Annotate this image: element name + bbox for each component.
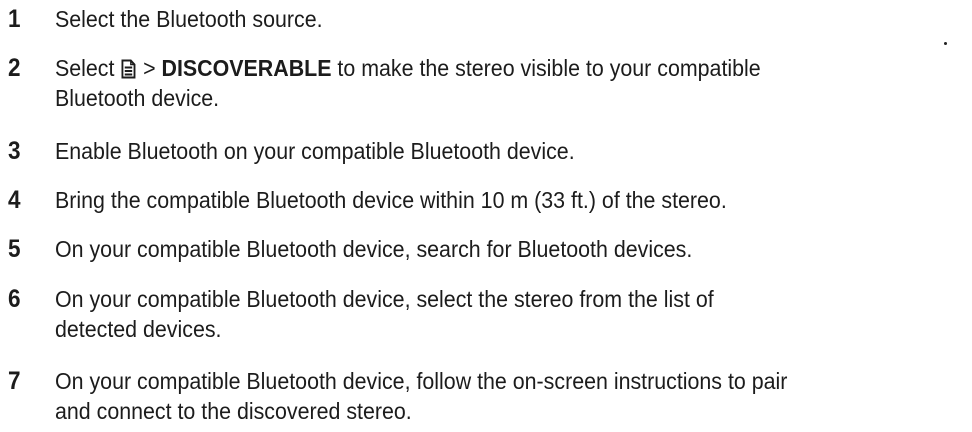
step-text: On your compatible Bluetooth device, fol… [55,366,892,426]
instruction-steps: 1 Select the Bluetooth source. 2 Select … [0,0,972,432]
step-number: 2 [8,54,21,82]
separator: > [143,55,156,81]
step-number: 3 [8,137,21,165]
step-text-line: On your compatible Bluetooth device, fol… [55,368,788,394]
step-number: 1 [8,5,21,33]
menu-list-icon [121,59,136,79]
step-text-rest: to make the stereo visible to your compa… [337,55,761,81]
menu-option-discoverable: DISCOVERABLE [161,55,332,81]
step-text-line: and connect to the discovered stereo. [55,398,412,424]
step-text: On your compatible Bluetooth device, sel… [55,284,892,344]
step-text-line: Bluetooth device. [55,85,220,111]
select-word: Select [55,55,115,81]
step-text-line: Bring the compatible Bluetooth device wi… [55,187,727,213]
step-text-line: On your compatible Bluetooth device, sel… [55,286,714,312]
scan-speck [944,42,947,45]
step-text-line: Select > DISCOVERABLE to make the stereo… [55,53,892,83]
step-text-line: Select the Bluetooth source. [55,6,323,32]
step-number: 4 [8,186,21,214]
step-number: 6 [8,285,21,313]
step-text: Select > DISCOVERABLE to make the stereo… [55,53,892,113]
step-text-line: On your compatible Bluetooth device, sea… [55,236,693,262]
step-text: Bring the compatible Bluetooth device wi… [55,185,892,215]
step-text: On your compatible Bluetooth device, sea… [55,234,892,264]
step-text-line: detected devices. [55,316,222,342]
step-text: Select the Bluetooth source. [55,4,892,34]
step-text-line: Enable Bluetooth on your compatible Blue… [55,138,575,164]
step-number: 5 [8,235,21,263]
step-number: 7 [8,367,21,395]
step-text: Enable Bluetooth on your compatible Blue… [55,136,892,166]
